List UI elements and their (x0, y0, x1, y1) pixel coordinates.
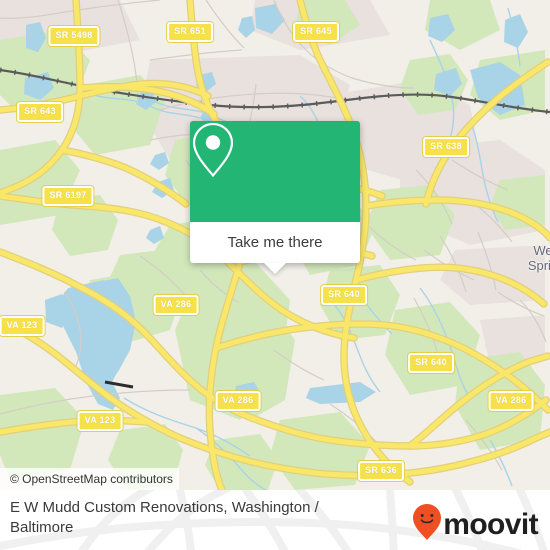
road-shield: SR 638 (423, 137, 469, 157)
moovit-smiley-pin-icon (412, 503, 442, 546)
road-shield: SR 636 (358, 461, 404, 481)
popup-tail (264, 263, 286, 274)
road-shield: SR 640 (321, 285, 367, 305)
place-label-west-springfield: We Sprin (527, 243, 550, 273)
road-shield: SR 640 (408, 353, 454, 373)
popup-image-area (190, 121, 360, 222)
road-shield: VA 286 (488, 391, 534, 411)
footer-bar: E W Mudd Custom Renovations, Washington … (0, 490, 550, 550)
road-shield: SR 645 (293, 22, 339, 42)
map-screenshot: SR 5498 SR 651 SR 645 SR 643 SR 638 SR 6… (0, 0, 550, 550)
road-shield: SR 5498 (48, 26, 100, 46)
place-title: E W Mudd Custom Renovations, Washington … (10, 499, 319, 536)
take-me-there-button[interactable]: Take me there (190, 222, 360, 263)
road-shield: SR 651 (167, 22, 213, 42)
road-shield: SR 6197 (42, 186, 94, 206)
moovit-brand[interactable]: moovit (412, 503, 539, 546)
map-canvas[interactable]: SR 5498 SR 651 SR 645 SR 643 SR 638 SR 6… (0, 0, 550, 490)
take-me-there-label: Take me there (227, 234, 323, 251)
location-popup-card[interactable]: Take me there (190, 121, 360, 274)
road-shield: VA 286 (153, 295, 199, 315)
road-shield: VA 286 (215, 391, 261, 411)
road-shield: VA 123 (77, 411, 123, 431)
moovit-wordmark: moovit (443, 507, 538, 541)
osm-attribution[interactable]: © OpenStreetMap contributors (0, 468, 179, 490)
road-shield: SR 643 (17, 102, 63, 122)
road-shield: VA 123 (0, 316, 45, 336)
